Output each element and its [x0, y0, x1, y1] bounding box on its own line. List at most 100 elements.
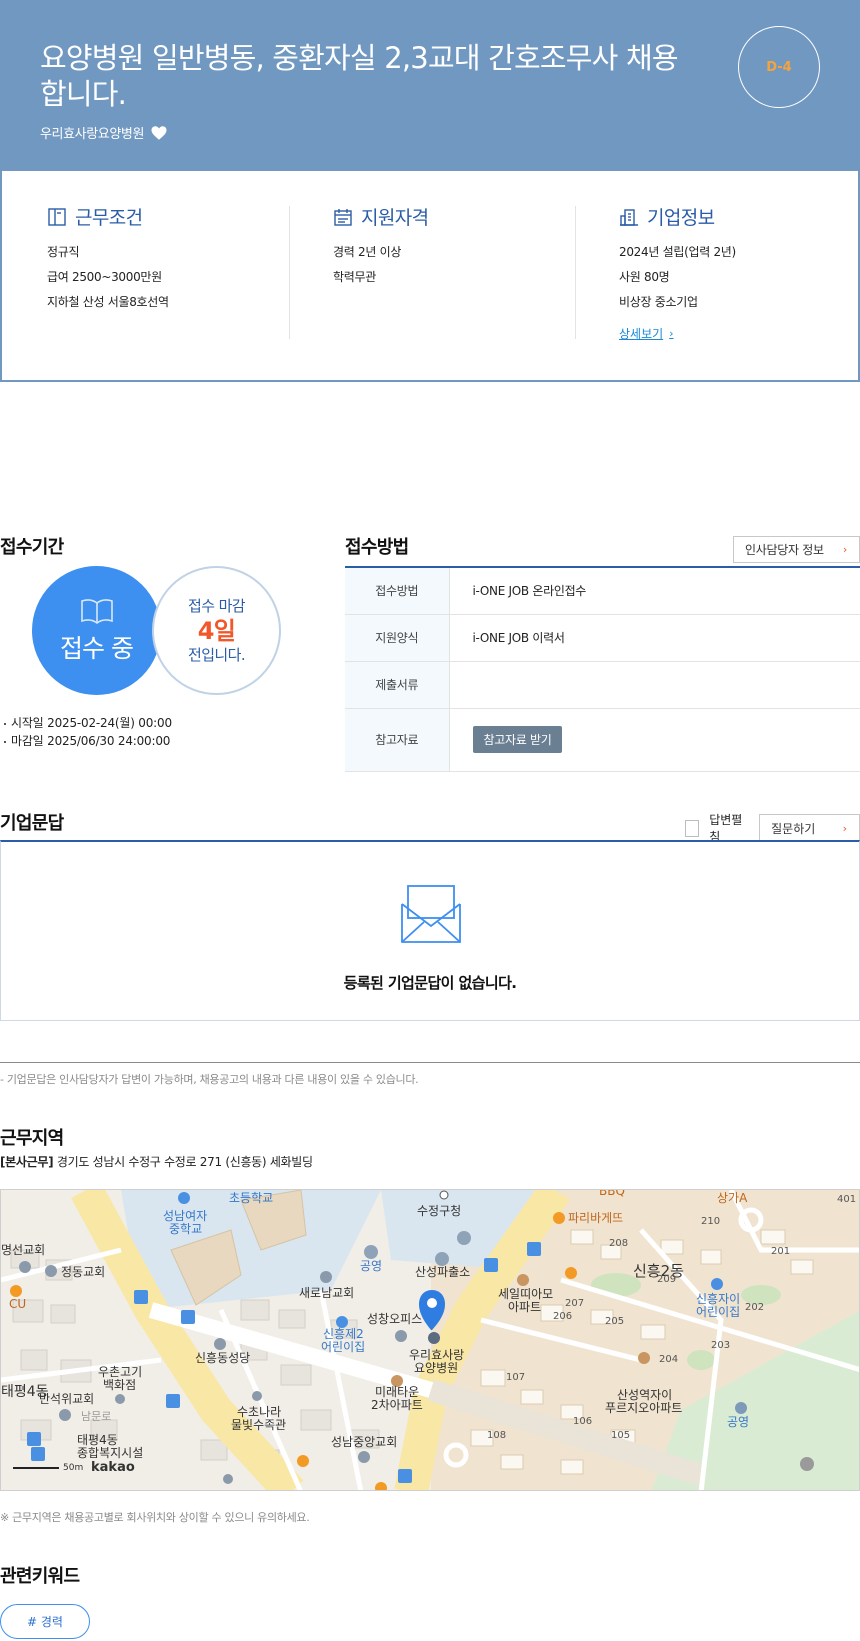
svg-text:108: 108	[487, 1430, 506, 1441]
company-name[interactable]: 우리효사랑요양병원	[40, 123, 168, 142]
map-label: 물빛수족관	[231, 1418, 286, 1432]
education: 학력무관	[333, 270, 376, 284]
documents-key: 제출서류	[345, 661, 450, 709]
chevron-right-icon: ›	[669, 327, 674, 340]
map-canvas[interactable]: 수정구청 파리바게뜨 BBQ 상가A 성남여자 중학교 초등학교 명선교회 정동…	[1, 1190, 860, 1491]
book-icon	[80, 598, 113, 624]
salary: 급여 2500~3000만원	[47, 270, 162, 284]
map-label: 태평4동	[1, 1384, 49, 1400]
door-icon	[48, 207, 66, 226]
svg-text:209: 209	[657, 1274, 676, 1285]
qualifications: 지원자격 경력 2년 이상 학력무관	[333, 203, 429, 290]
summary-divider	[575, 206, 576, 339]
map-label: 요양병원	[414, 1361, 458, 1375]
building-icon	[620, 208, 638, 226]
keywords-title: 관련키워드	[0, 1566, 80, 1587]
company-info-title: 기업정보	[647, 207, 715, 229]
qa-divider	[0, 1062, 860, 1063]
deadline-circle: 접수 마감 4일 전입니다.	[152, 566, 281, 695]
svg-text:203: 203	[711, 1340, 730, 1351]
reception-method-table: 접수방법 i-ONE JOB 온라인접수 지원양식 i-ONE JOB 이력서 …	[345, 566, 860, 772]
map-label: 어린이집	[696, 1305, 740, 1319]
map-label: 어린이집	[321, 1340, 365, 1354]
period-dates: 시작일 2025-02-24(월) 00:00 마감일 2025/06/30 2…	[4, 714, 172, 750]
company-info: 기업정보 2024년 설립(업력 2년) 사원 80명 비상장 중소기업 상세보…	[619, 203, 736, 342]
map-label: 중학교	[169, 1222, 202, 1236]
dday-badge: D-4	[738, 26, 820, 108]
map-label: 남문로	[81, 1410, 111, 1423]
job-title: 요양병원 일반병동, 중환자실 2,3교대 간호조무사 채용합니다.	[40, 41, 679, 111]
svg-text:202: 202	[745, 1302, 764, 1313]
map-label: 성창오피스	[367, 1312, 422, 1326]
qa-list: 등록된 기업문답이 없습니다.	[0, 840, 860, 1021]
svg-text:207: 207	[565, 1298, 584, 1309]
map-label: 미래타운	[375, 1385, 419, 1399]
chevron-right-icon: ›	[842, 821, 847, 835]
svg-text:201: 201	[771, 1246, 790, 1257]
qualifications-title: 지원자격	[361, 207, 429, 229]
days-left: 4일	[197, 616, 236, 645]
map-label: 공영	[360, 1259, 382, 1273]
work-type: 정규직	[47, 245, 80, 259]
map-label: 새로남교회	[299, 1286, 354, 1300]
hr-info-label: 인사담당자 정보	[745, 543, 824, 557]
company-detail-link[interactable]: 상세보기 ›	[619, 325, 674, 342]
ask-question-button[interactable]: 질문하기 ›	[759, 814, 860, 842]
map-label: 수정구청	[417, 1204, 461, 1218]
svg-text:208: 208	[609, 1238, 628, 1249]
map-label: 산성파출소	[415, 1265, 470, 1279]
kakao-logo: kakao	[91, 1460, 135, 1475]
map-label: 성남중앙교회	[331, 1435, 397, 1449]
qa-title: 기업문답	[0, 813, 64, 834]
svg-text:204: 204	[659, 1354, 678, 1365]
reference-key: 참고자료	[345, 708, 450, 772]
expand-answers-checkbox[interactable]	[685, 819, 700, 837]
reference-download-button[interactable]: 참고자료 받기	[472, 726, 563, 753]
reception-status: 접수 중	[60, 633, 134, 663]
documents-value	[449, 661, 860, 709]
company-name-label: 우리효사랑요양병원	[40, 127, 145, 142]
method-value: i-ONE JOB 온라인접수	[449, 567, 860, 615]
chevron-right-icon: ›	[842, 543, 847, 556]
ask-question-label: 질문하기	[771, 821, 816, 836]
map-label: 공영	[727, 1415, 749, 1429]
work-conditions-title: 근무조건	[75, 207, 143, 229]
table-row: 참고자료 참고자료 받기	[345, 708, 860, 772]
company-type: 비상장 중소기업	[619, 295, 698, 309]
hr-info-button[interactable]: 인사담당자 정보 ›	[733, 536, 860, 563]
map-label: 종합복지시설	[77, 1446, 143, 1460]
form-key: 지원양식	[345, 614, 450, 662]
location-title: 근무지역	[0, 1128, 64, 1149]
map-label: 우촌고기	[98, 1365, 142, 1379]
map-label: 2차아파트	[371, 1398, 423, 1412]
work-address: [본사근무] 경기도 성남시 수정구 수정로 271 (신흥동) 세화빌딩	[0, 1153, 313, 1170]
map-label: 세일띠아모	[498, 1287, 553, 1301]
heart-icon[interactable]	[150, 124, 168, 142]
map-label: 산성역자이	[617, 1388, 672, 1402]
svg-text:106: 106	[573, 1416, 592, 1427]
deadline-prefix: 접수 마감	[188, 596, 246, 615]
location-map[interactable]: 수정구청 파리바게뜨 BBQ 상가A 성남여자 중학교 초등학교 명선교회 정동…	[0, 1189, 860, 1491]
experience: 경력 2년 이상	[333, 245, 402, 259]
map-label: 아파트	[508, 1300, 541, 1314]
form-value: i-ONE JOB 이력서	[449, 614, 860, 662]
svg-text:105: 105	[611, 1430, 630, 1441]
map-label: 파리바게뜨	[568, 1211, 623, 1225]
map-label: BBQ	[599, 1190, 625, 1198]
table-row: 지원양식 i-ONE JOB 이력서	[345, 614, 860, 662]
employees: 사원 80명	[619, 270, 670, 284]
map-label: 푸르지오아파트	[605, 1401, 682, 1415]
map-label: 수초나라	[237, 1405, 281, 1419]
deadline-suffix: 전입니다.	[188, 645, 246, 664]
svg-text:210: 210	[701, 1216, 720, 1227]
table-row: 접수방법 i-ONE JOB 온라인접수	[345, 567, 860, 615]
keyword-tag[interactable]: # 경력	[0, 1604, 90, 1639]
reception-status-circle: 접수 중	[32, 566, 161, 695]
founded: 2024년 설립(업력 2년)	[619, 245, 736, 259]
map-label: 신흥자이	[696, 1292, 740, 1306]
job-header: 요양병원 일반병동, 중환자실 2,3교대 간호조무사 채용합니다. 우리효사랑…	[0, 0, 860, 171]
map-label: 우리효사랑	[409, 1348, 464, 1362]
subway: 지하철 산성 서울8호선역	[47, 295, 169, 309]
map-label: 성남여자	[163, 1209, 207, 1223]
end-date: 마감일 2025/06/30 24:00:00	[4, 732, 172, 750]
